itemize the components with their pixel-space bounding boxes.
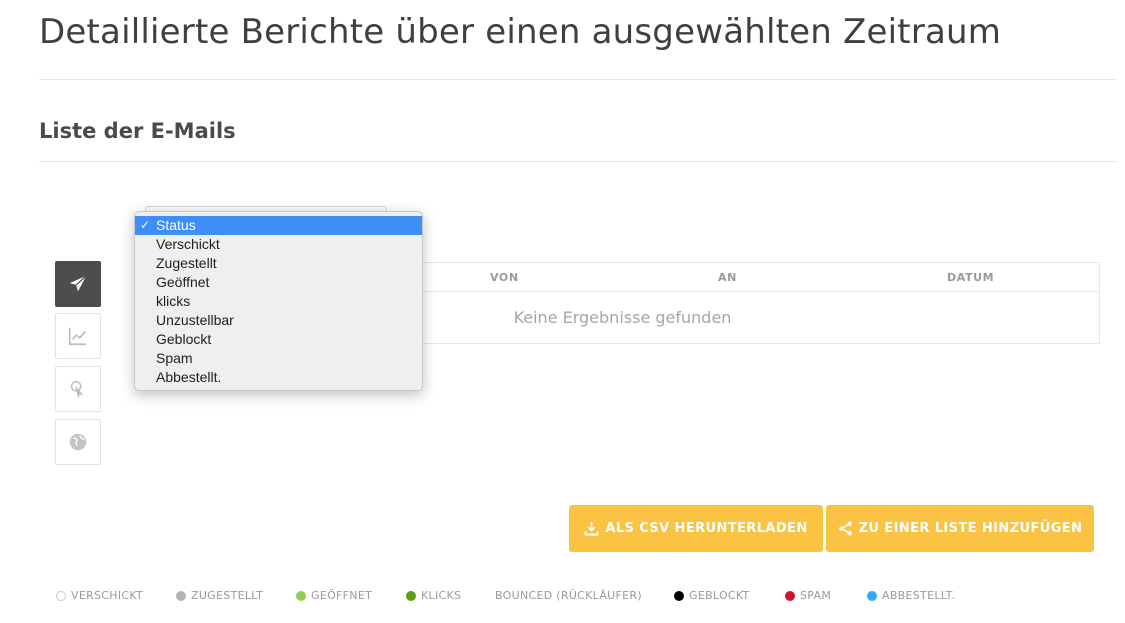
legend-item-bounced: BOUNCED (RÜCKLÄUFER): [495, 589, 642, 602]
legend-dot: [674, 590, 684, 601]
legend-dot: [296, 590, 306, 601]
page-title: Detaillierte Berichte über einen ausgewä…: [39, 12, 1002, 52]
status-dropdown-menu[interactable]: ✓ Status Verschickt Zugestellt Geöffnet k…: [134, 211, 423, 391]
share-icon: [838, 521, 852, 536]
dropdown-option-abbestellt[interactable]: Abbestellt.: [135, 368, 422, 387]
legend-dot: [176, 590, 186, 601]
dropdown-option-verschickt[interactable]: Verschickt: [135, 235, 422, 254]
dropdown-option-geoeffnet[interactable]: Geöffnet: [135, 273, 422, 292]
checkmark-icon: ✓: [140, 218, 151, 232]
dropdown-option-klicks[interactable]: klicks: [135, 292, 422, 311]
legend-item-verschickt: VERSCHICKT: [56, 589, 143, 602]
add-to-list-button[interactable]: ZU EINER LISTE HINZUFÜGEN: [826, 505, 1094, 552]
legend-item-zugestellt: ZUGESTELLT: [176, 589, 263, 602]
legend-item-klicks: KLICKS: [406, 589, 461, 602]
tab-geo[interactable]: [55, 419, 101, 465]
title-divider: [39, 79, 1117, 80]
legend-item-geblockt: GEBLOCKT: [674, 589, 750, 602]
legend-item-abbestellt: ABBESTELLT.: [867, 589, 955, 602]
download-csv-label: ALS CSV HERUNTERLADEN: [605, 521, 808, 536]
dropdown-option-geblockt[interactable]: Geblockt: [135, 330, 422, 349]
dropdown-option-spam[interactable]: Spam: [135, 349, 422, 368]
dropdown-option-zugestellt[interactable]: Zugestellt: [135, 254, 422, 273]
download-csv-button[interactable]: ALS CSV HERUNTERLADEN: [569, 505, 823, 552]
section-title: Liste der E-Mails: [39, 119, 236, 143]
column-header-to[interactable]: AN: [718, 271, 737, 284]
legend-dot: [867, 590, 877, 601]
column-header-date[interactable]: DATUM: [947, 271, 994, 284]
legend-dot: [785, 590, 795, 601]
legend-item-geoeffnet: GEÖFFNET: [296, 589, 372, 602]
legend-dot: [56, 590, 66, 601]
chart-line-icon: [68, 327, 87, 346]
tab-statistics[interactable]: [55, 313, 101, 359]
add-to-list-label: ZU EINER LISTE HINZUFÜGEN: [858, 521, 1083, 536]
download-icon: [584, 521, 599, 536]
legend-item-spam: SPAM: [785, 589, 831, 602]
dropdown-option-status[interactable]: ✓ Status: [135, 216, 422, 235]
paper-plane-icon: [69, 275, 87, 292]
section-divider: [39, 161, 1117, 162]
tab-sent[interactable]: [55, 261, 101, 307]
pointer-click-icon: [70, 380, 84, 399]
legend-dot: [406, 590, 416, 601]
tab-clicks[interactable]: [55, 366, 101, 412]
globe-icon: [69, 433, 87, 451]
column-header-from[interactable]: VON: [490, 271, 519, 284]
dropdown-option-unzustellbar[interactable]: Unzustellbar: [135, 311, 422, 330]
